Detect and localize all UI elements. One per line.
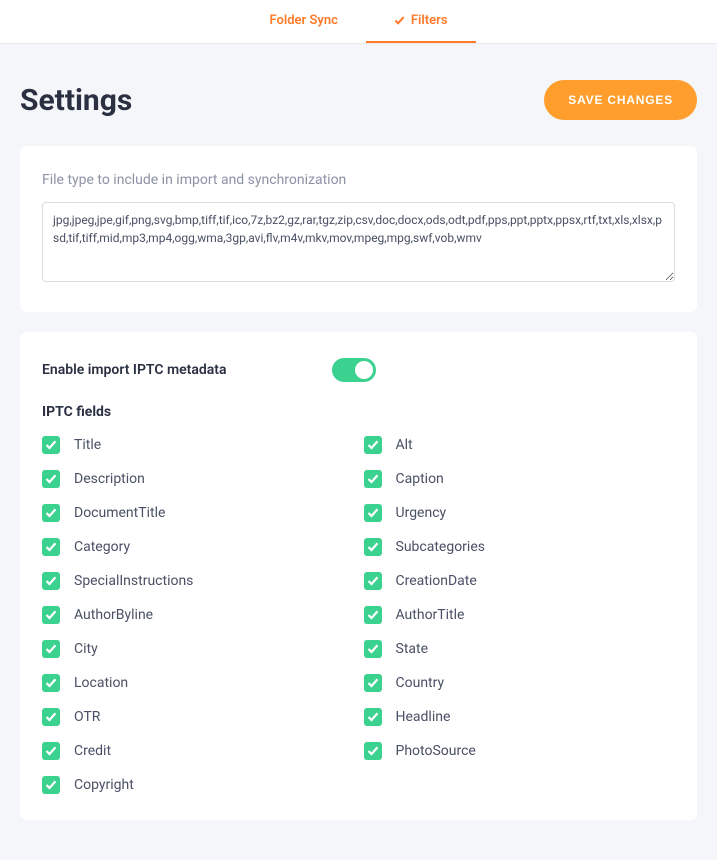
- iptc-field-label: Subcategories: [396, 539, 485, 555]
- checkbox[interactable]: [364, 504, 382, 522]
- iptc-card: Enable import IPTC metadata IPTC fields …: [20, 332, 697, 820]
- iptc-field-label: Title: [74, 437, 101, 453]
- checkbox[interactable]: [42, 708, 60, 726]
- iptc-field-label: AuthorTitle: [396, 607, 465, 623]
- iptc-field-item: PhotoSource: [364, 742, 676, 760]
- checkbox[interactable]: [42, 538, 60, 556]
- iptc-field-label: DocumentTitle: [74, 505, 165, 521]
- iptc-field-label: Urgency: [396, 505, 447, 521]
- iptc-field-item: Caption: [364, 470, 676, 488]
- iptc-field-item: CreationDate: [364, 572, 676, 590]
- iptc-field-item: OTR: [42, 708, 354, 726]
- iptc-field-item: Urgency: [364, 504, 676, 522]
- iptc-field-item: Title: [42, 436, 354, 454]
- tab-label: Filters: [411, 0, 448, 42]
- iptc-field-item: AuthorTitle: [364, 606, 676, 624]
- checkbox[interactable]: [42, 640, 60, 658]
- iptc-toggle-row: Enable import IPTC metadata: [42, 358, 675, 382]
- iptc-toggle[interactable]: [332, 358, 376, 382]
- checkbox[interactable]: [364, 640, 382, 658]
- checkbox[interactable]: [364, 708, 382, 726]
- iptc-field-item: SpecialInstructions: [42, 572, 354, 590]
- iptc-field-item: Credit: [42, 742, 354, 760]
- file-types-input[interactable]: [42, 202, 675, 282]
- iptc-field-label: Category: [74, 539, 130, 555]
- iptc-toggle-label: Enable import IPTC metadata: [42, 362, 302, 378]
- iptc-field-item: Copyright: [42, 776, 354, 794]
- checkbox[interactable]: [42, 436, 60, 454]
- tab-folder-sync[interactable]: Folder Sync: [241, 0, 365, 43]
- checkbox[interactable]: [42, 504, 60, 522]
- checkbox[interactable]: [364, 742, 382, 760]
- iptc-field-item: Category: [42, 538, 354, 556]
- iptc-field-item: Location: [42, 674, 354, 692]
- iptc-field-label: OTR: [74, 709, 100, 725]
- checkbox[interactable]: [42, 470, 60, 488]
- iptc-field-label: Caption: [396, 471, 444, 487]
- iptc-fields-heading: IPTC fields: [42, 404, 675, 420]
- iptc-field-item: Headline: [364, 708, 676, 726]
- checkbox[interactable]: [42, 776, 60, 794]
- checkbox[interactable]: [42, 572, 60, 590]
- iptc-field-label: AuthorByline: [74, 607, 153, 623]
- checkbox[interactable]: [364, 606, 382, 624]
- file-types-card: File type to include in import and synch…: [20, 146, 697, 312]
- iptc-field-item: DocumentTitle: [42, 504, 354, 522]
- iptc-field-label: CreationDate: [396, 573, 477, 589]
- iptc-field-label: Alt: [396, 437, 413, 453]
- file-types-label: File type to include in import and synch…: [42, 172, 675, 188]
- page-header: Settings SAVE CHANGES: [20, 64, 697, 146]
- content: Settings SAVE CHANGES File type to inclu…: [0, 44, 717, 860]
- checkbox[interactable]: [42, 742, 60, 760]
- iptc-fields-grid: Title Alt Description Caption DocumentTitle U…: [42, 436, 675, 794]
- iptc-field-item: Country: [364, 674, 676, 692]
- iptc-field-label: SpecialInstructions: [74, 573, 193, 589]
- iptc-field-item: Description: [42, 470, 354, 488]
- iptc-field-item: AuthorByline: [42, 606, 354, 624]
- checkbox[interactable]: [364, 470, 382, 488]
- checkbox[interactable]: [364, 538, 382, 556]
- tab-filters[interactable]: Filters: [366, 0, 476, 43]
- page-title: Settings: [20, 83, 132, 118]
- iptc-field-label: Credit: [74, 743, 111, 759]
- iptc-field-item: Subcategories: [364, 538, 676, 556]
- iptc-field-item: City: [42, 640, 354, 658]
- iptc-field-label: Headline: [396, 709, 451, 725]
- checkbox[interactable]: [42, 606, 60, 624]
- tab-label: Folder Sync: [269, 0, 337, 42]
- iptc-field-label: Country: [396, 675, 445, 691]
- tabs-bar: Folder Sync Filters: [0, 0, 717, 44]
- checkbox[interactable]: [364, 674, 382, 692]
- toggle-knob: [355, 361, 373, 379]
- iptc-field-label: Copyright: [74, 777, 134, 793]
- iptc-field-item: Alt: [364, 436, 676, 454]
- check-icon: [394, 15, 405, 26]
- iptc-field-label: State: [396, 641, 429, 657]
- iptc-field-label: Description: [74, 471, 145, 487]
- iptc-field-label: City: [74, 641, 98, 657]
- save-button[interactable]: SAVE CHANGES: [544, 80, 697, 120]
- iptc-field-item: State: [364, 640, 676, 658]
- iptc-field-label: PhotoSource: [396, 743, 476, 759]
- checkbox[interactable]: [42, 674, 60, 692]
- checkbox[interactable]: [364, 572, 382, 590]
- iptc-field-label: Location: [74, 675, 128, 691]
- checkbox[interactable]: [364, 436, 382, 454]
